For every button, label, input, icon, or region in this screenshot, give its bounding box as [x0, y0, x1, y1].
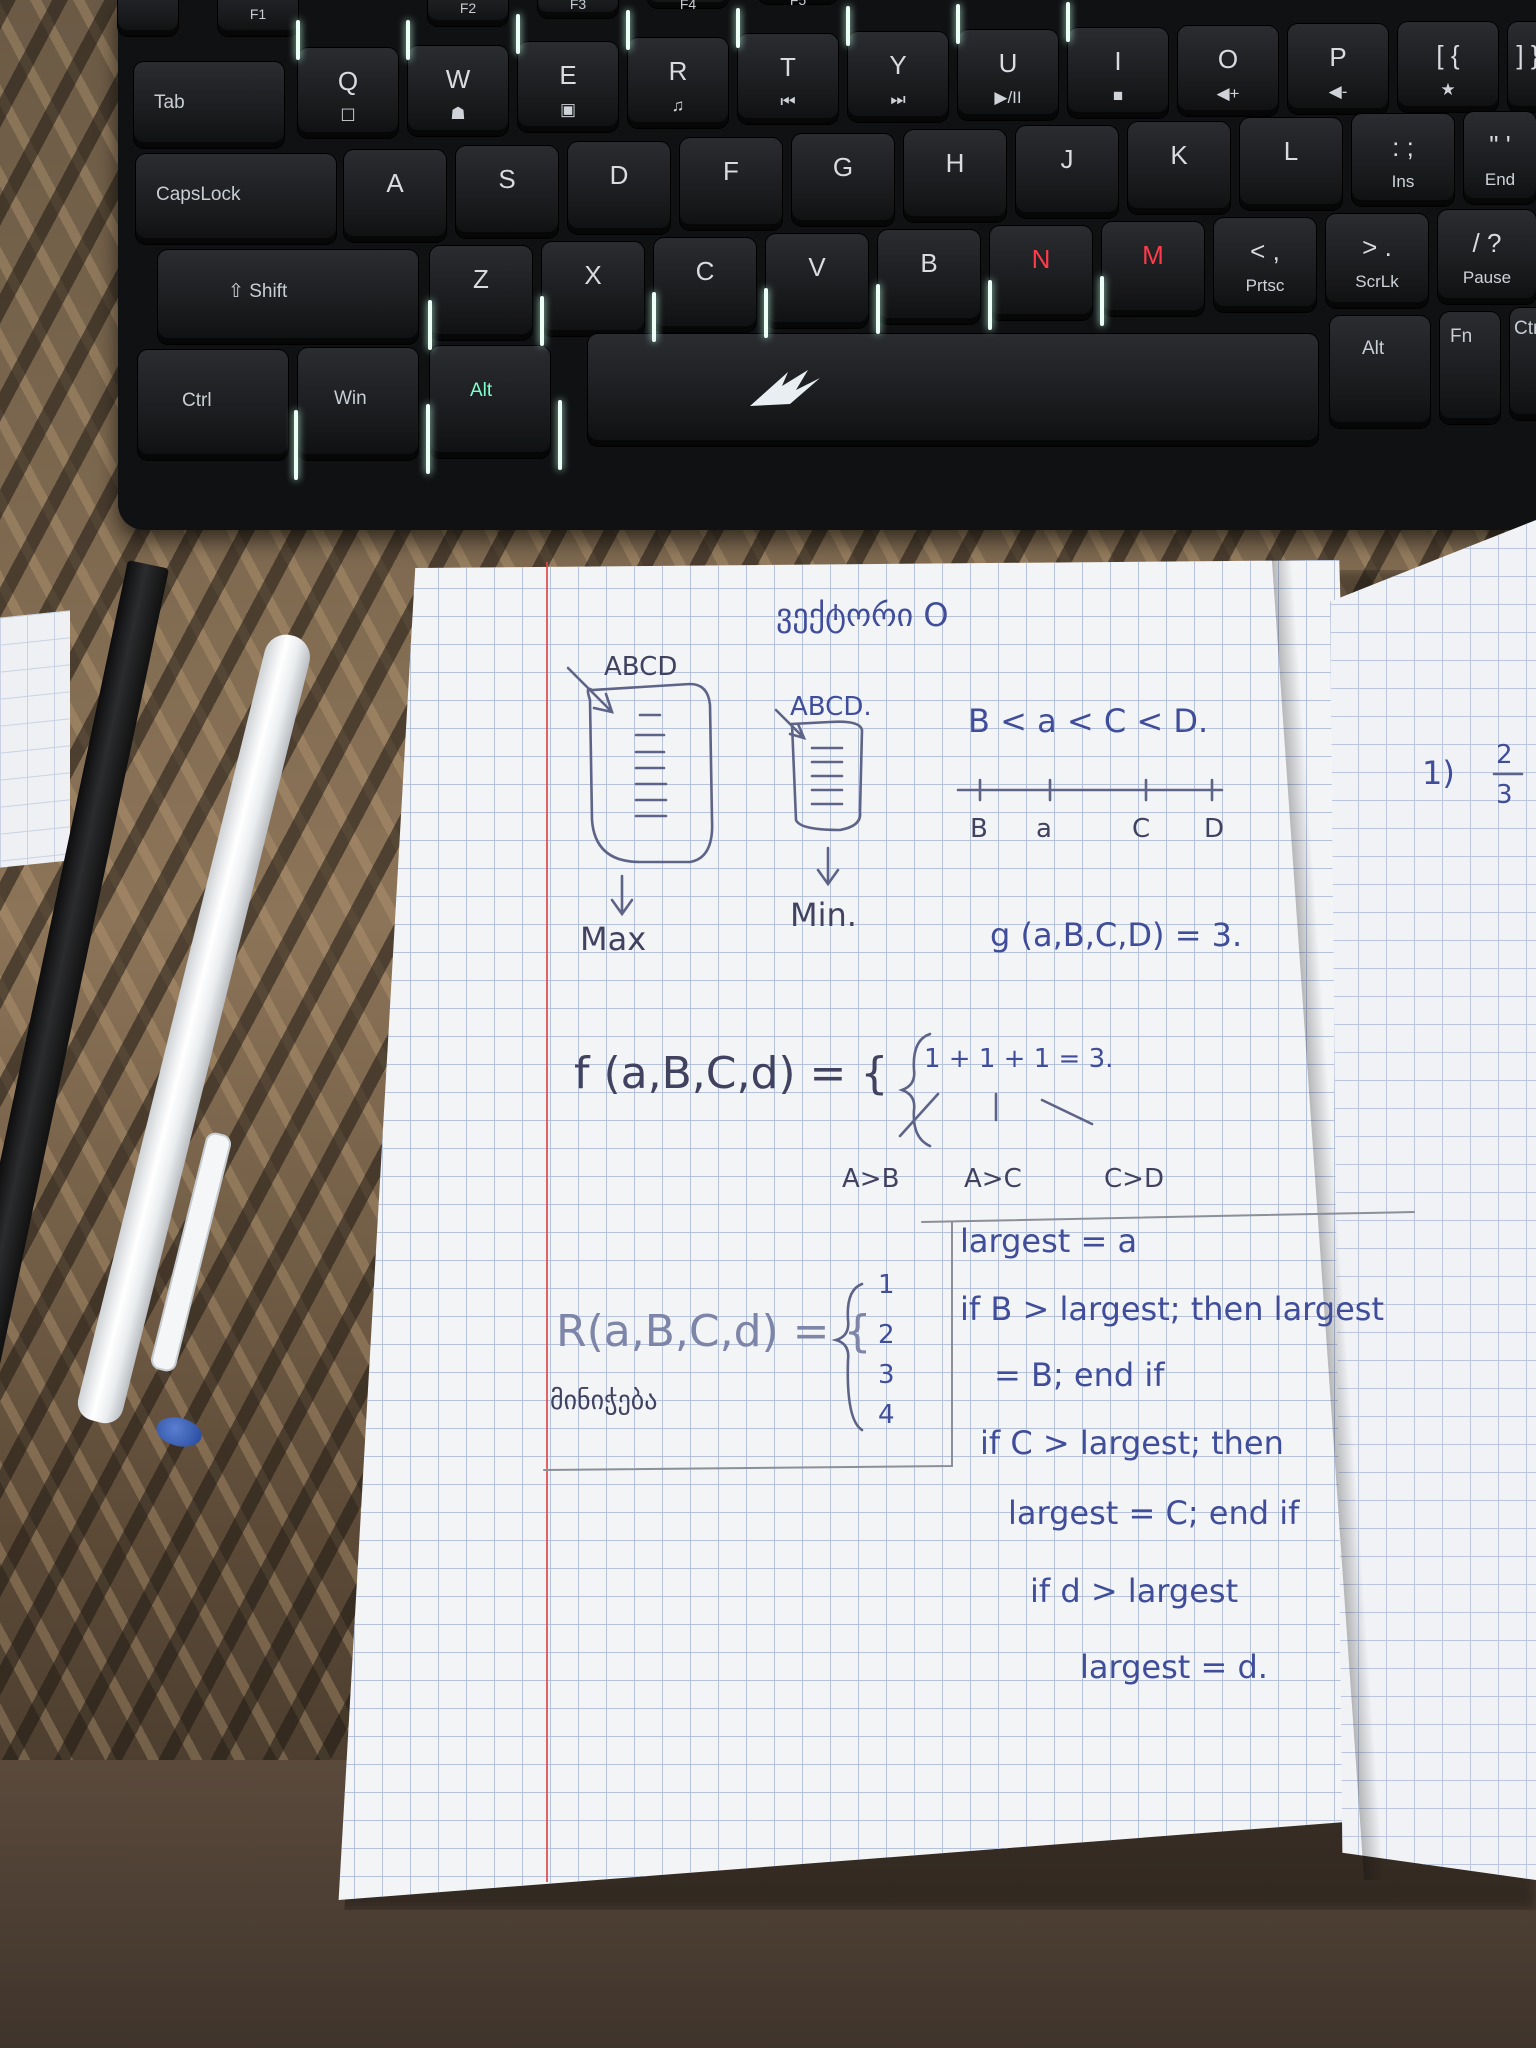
numberline-label-d: D: [1204, 814, 1225, 844]
numberline-label-b: B: [970, 814, 988, 844]
handwritten-sketches: [543, 666, 1524, 1471]
R-value-1: 1: [878, 1270, 895, 1300]
right-page-fraction-denominator: 3: [1496, 780, 1513, 810]
code-line-7: largest = d.: [1080, 1648, 1268, 1686]
code-line-1: largest = a: [960, 1222, 1138, 1260]
down-arrow-max: [610, 874, 634, 917]
g-function: g (a,B,C,D) = 3.: [990, 916, 1243, 954]
R-caption: მინიჭება: [550, 1386, 658, 1416]
jar-large-label: ABCD: [604, 652, 678, 682]
R-value-2: 2: [878, 1320, 895, 1350]
heading-vector-word: ვექტორი O: [776, 596, 949, 634]
code-line-3: = B; end if: [994, 1356, 1165, 1394]
comparison-c-gt-d: C>D: [1104, 1164, 1164, 1194]
comparison-a-gt-c: A>C: [964, 1164, 1022, 1194]
min-label: Min.: [790, 896, 857, 934]
f-function: f (a,B,C,d) = {: [574, 1048, 889, 1099]
code-line-4: if C > largest; then: [980, 1424, 1284, 1462]
R-function: R(a,B,C,d) = {: [556, 1306, 872, 1357]
f-values: 1 + 1 + 1 = 3.: [924, 1044, 1114, 1074]
numberline-label-a: a: [1036, 814, 1052, 844]
down-arrow-min: [816, 846, 840, 887]
code-line-6: if d > largest: [1030, 1572, 1239, 1610]
comparison-a-gt-b: A>B: [842, 1164, 900, 1194]
max-label: Max: [580, 920, 647, 958]
f-branch-lines: [898, 1092, 1094, 1138]
jar-small-label: ABCD.: [790, 692, 872, 722]
large-jar-fill-lines: [634, 713, 668, 818]
R-value-3: 3: [878, 1360, 895, 1390]
code-line-5: largest = C; end if: [1008, 1494, 1300, 1532]
right-page-fraction-numerator: 2: [1496, 740, 1513, 770]
code-box: [921, 1211, 1415, 1223]
numberline-label-c: C: [1132, 814, 1151, 844]
code-line-2: if B > largest; then largest: [960, 1290, 1384, 1328]
R-value-4: 4: [878, 1400, 895, 1430]
right-page-item-label: 1): [1422, 754, 1455, 792]
inequality-text: B < a < C < D.: [968, 702, 1209, 740]
number-line: [956, 778, 1224, 802]
small-jar-fill-lines: [810, 746, 844, 806]
